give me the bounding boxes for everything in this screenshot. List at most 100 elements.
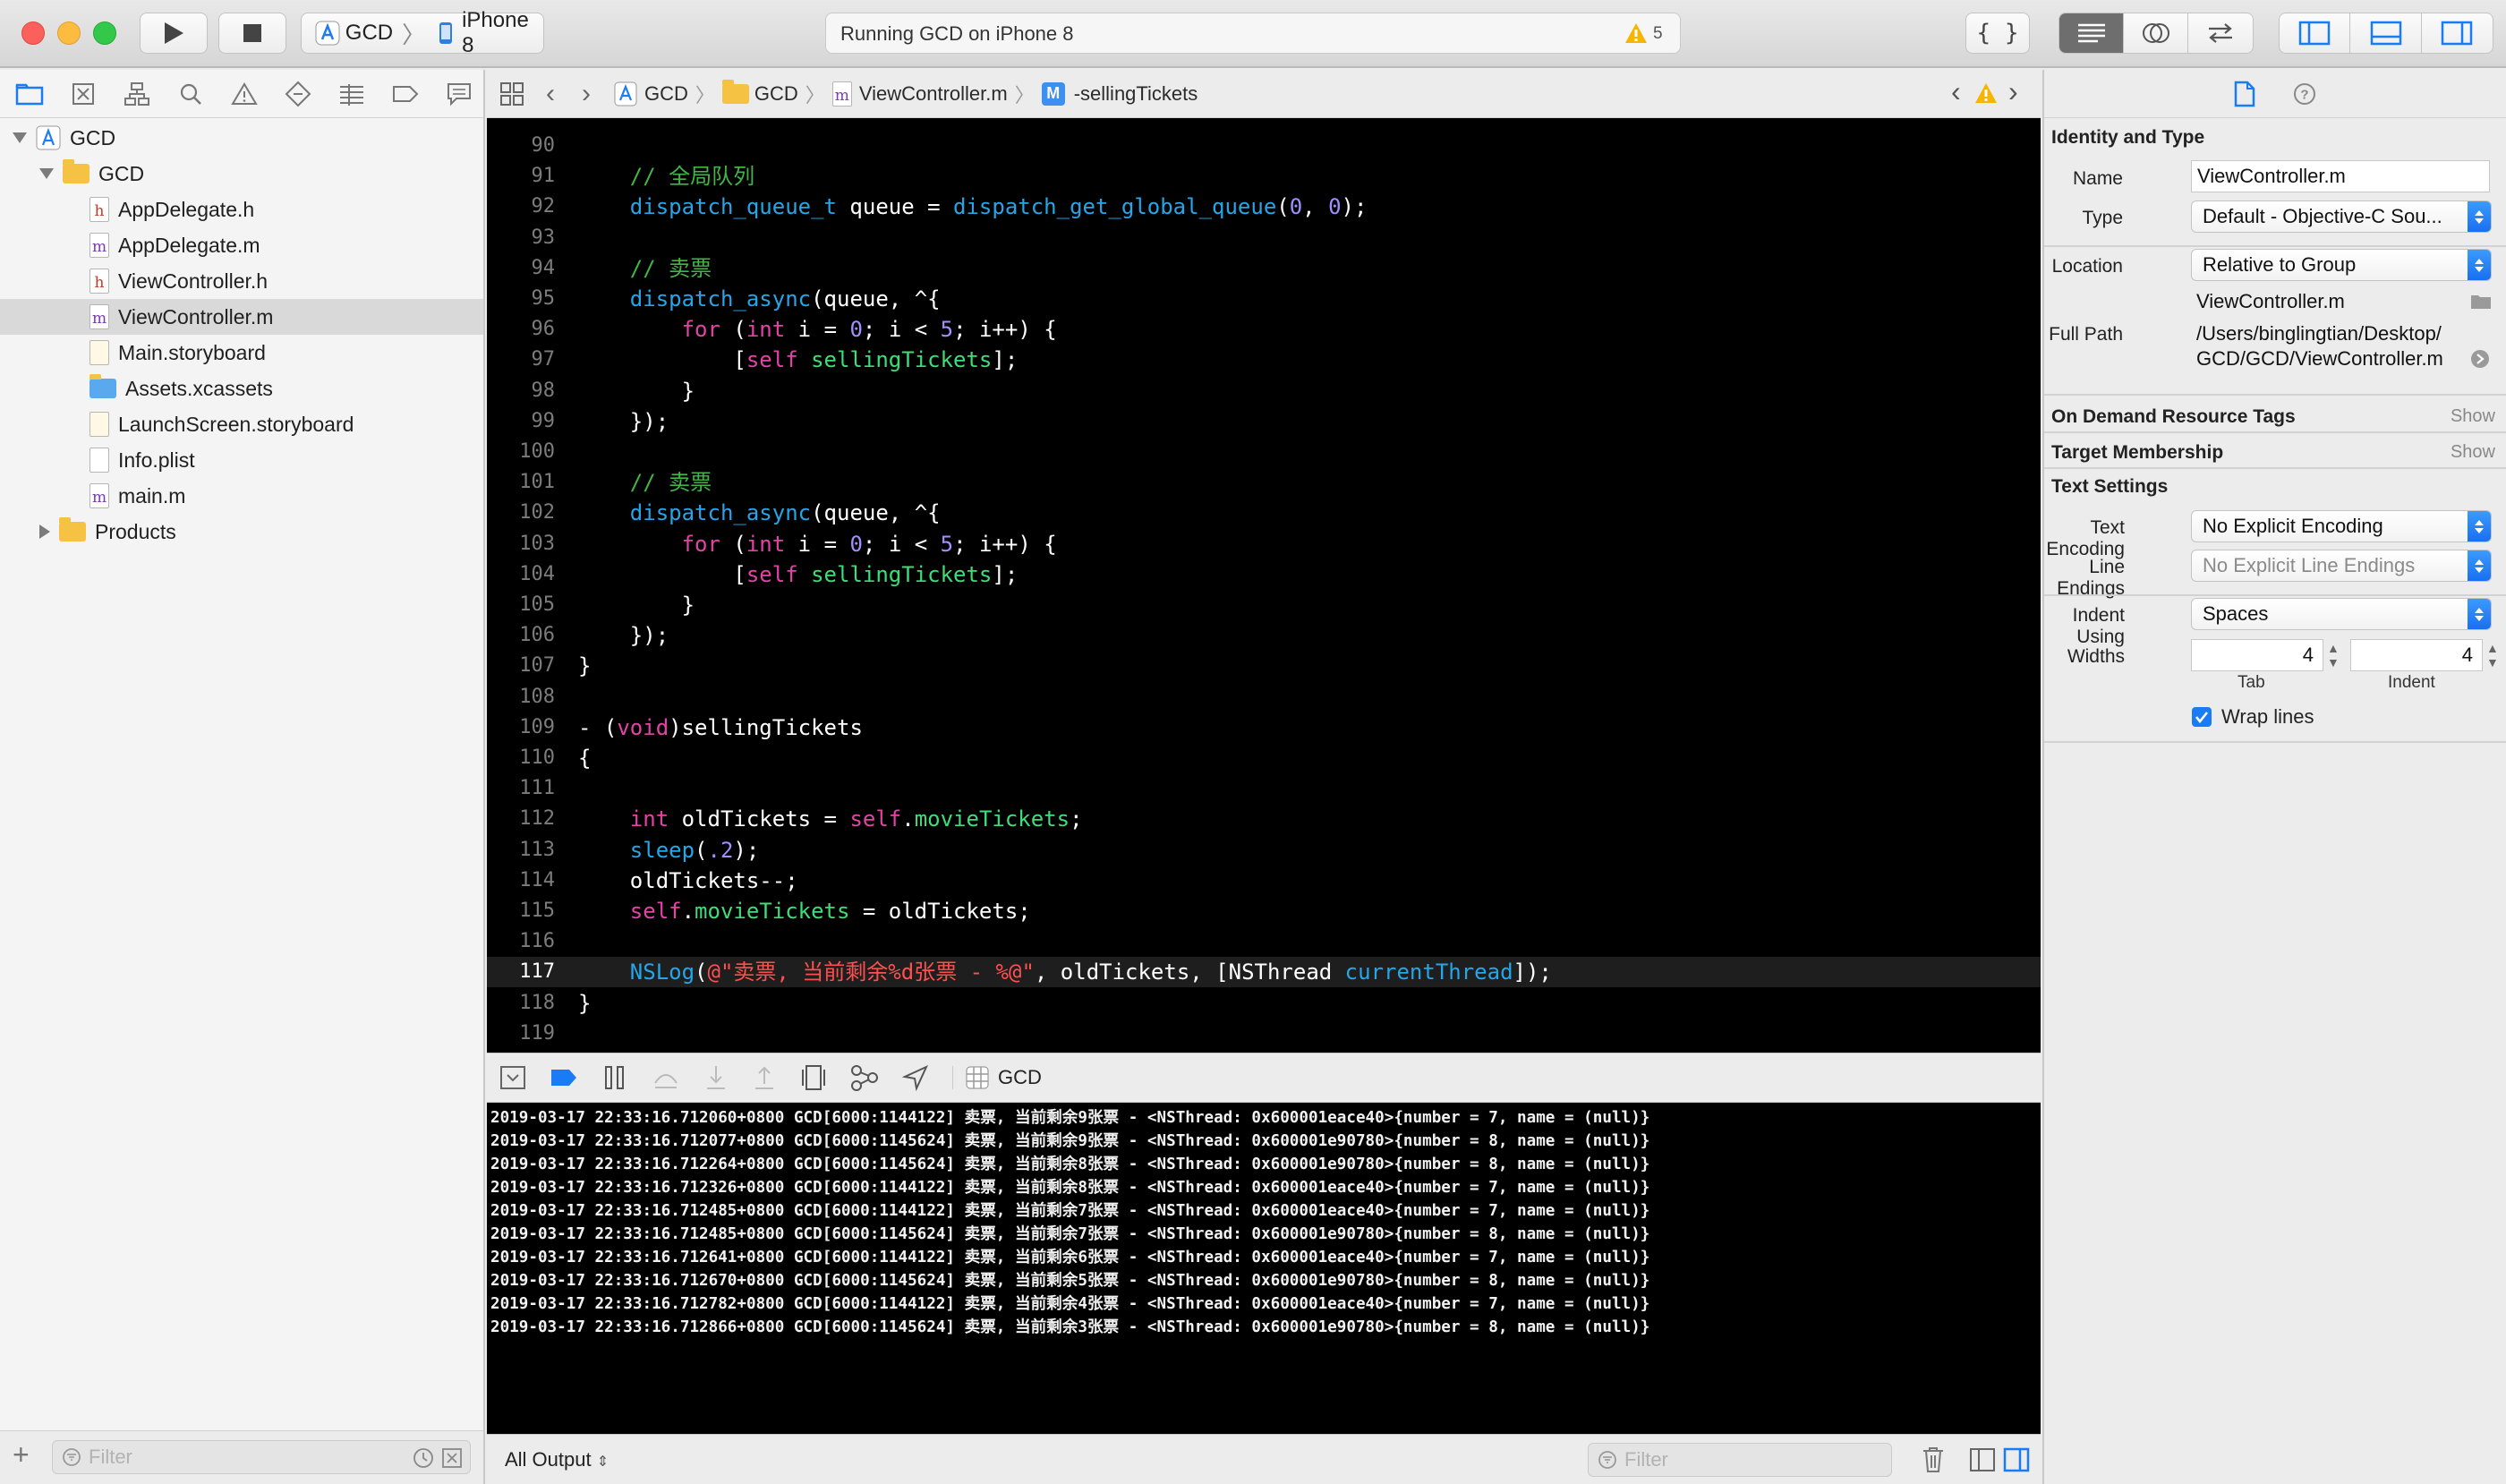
source-control-tab[interactable] <box>66 77 100 111</box>
forward-button[interactable]: › <box>582 79 591 109</box>
tree-item[interactable]: m AppDelegate.m <box>0 227 483 263</box>
indent-width-stepper[interactable]: ▲ ▼ <box>2486 641 2499 670</box>
toggle-navigator-button[interactable] <box>2280 13 2351 53</box>
scheme-selector[interactable]: GCD 〉 iPhone 8 <box>301 8 544 57</box>
debug-target-label[interactable]: GCD <box>998 1066 1042 1089</box>
debug-navigator-tab[interactable] <box>335 77 369 111</box>
trash-icon[interactable] <box>1921 1446 1946 1474</box>
add-file-button[interactable]: + <box>13 1438 30 1471</box>
source-control-filter-icon[interactable] <box>441 1447 463 1469</box>
code-line[interactable]: 102 dispatch_async(queue, ^{ <box>487 498 2041 528</box>
tree-item[interactable]: Assets.xcassets <box>0 371 483 406</box>
disclosure-open-icon[interactable] <box>39 168 54 179</box>
previous-issue-button[interactable]: ‹ <box>1951 75 1961 108</box>
tree-item[interactable]: h ViewController.h <box>0 263 483 299</box>
step-over-icon[interactable] <box>652 1065 680 1090</box>
tab-width-stepper[interactable]: ▲ ▼ <box>2327 641 2340 670</box>
source-editor[interactable]: 90 91 // 全局队列 92 dispatch_queue_t queue = … <box>487 118 2041 1053</box>
project-navigator-tab[interactable] <box>13 77 47 111</box>
hide-debug-area-icon[interactable] <box>499 1065 526 1090</box>
navigator-filter-field[interactable]: Filter <box>52 1440 471 1474</box>
tree-item[interactable]: LaunchScreen.storyboard <box>0 406 483 442</box>
memory-graph-icon[interactable] <box>850 1064 879 1091</box>
folder-icon[interactable] <box>2470 292 2492 310</box>
code-line[interactable]: 105 } <box>487 590 2041 620</box>
code-line[interactable]: 114 oldTickets--; <box>487 866 2041 896</box>
pause-icon[interactable] <box>601 1064 628 1091</box>
code-line[interactable]: 116 <box>487 926 2041 957</box>
report-navigator-tab[interactable] <box>442 77 476 111</box>
variables-view-icon[interactable] <box>1969 1447 1996 1472</box>
indent-width-field[interactable]: 4 <box>2350 639 2483 671</box>
code-line[interactable]: 90 <box>487 131 2041 161</box>
code-line[interactable]: 119 <box>487 1019 2041 1049</box>
odr-show-button[interactable]: Show <box>2451 406 2495 427</box>
step-out-icon[interactable] <box>752 1064 777 1091</box>
output-selector[interactable]: All Output ⇕ <box>505 1448 609 1471</box>
code-line[interactable]: 107} <box>487 651 2041 681</box>
warning-icon[interactable] <box>1974 82 1998 104</box>
related-items-icon[interactable] <box>499 81 524 107</box>
target-show-button[interactable]: Show <box>2451 442 2495 463</box>
jump-crumb-file[interactable]: ViewController.m <box>859 82 1008 106</box>
location-popup[interactable]: Relative to Group <box>2191 249 2492 281</box>
code-line[interactable]: 113 sleep(.2); <box>487 835 2041 866</box>
back-button[interactable]: ‹ <box>546 79 555 109</box>
indent-using-popup[interactable]: Spaces <box>2191 598 2492 630</box>
step-into-icon[interactable] <box>703 1064 729 1091</box>
console-output[interactable]: 2019-03-17 22:33:16.712060+0800 GCD[6000… <box>487 1103 2041 1434</box>
jump-crumb-project[interactable]: GCD <box>644 82 688 106</box>
tree-item[interactable]: Products <box>0 514 483 550</box>
code-line[interactable]: 100 <box>487 437 2041 467</box>
tab-width-field[interactable]: 4 <box>2191 639 2323 671</box>
assistant-editor-button[interactable] <box>2124 13 2188 53</box>
quick-help-icon[interactable]: ? <box>2292 81 2317 107</box>
jump-crumb-group[interactable]: GCD <box>754 82 798 106</box>
tree-item[interactable]: m main.m <box>0 478 483 514</box>
code-line[interactable]: 111 <box>487 773 2041 804</box>
breakpoint-navigator-tab[interactable] <box>388 77 422 111</box>
code-line[interactable]: 110 { <box>487 743 2041 773</box>
wrap-lines-checkbox[interactable]: Wrap lines <box>2191 705 2314 729</box>
tree-item[interactable]: Info.plist <box>0 442 483 478</box>
recent-files-icon[interactable] <box>413 1447 434 1469</box>
code-line[interactable]: 97 [self sellingTickets]; <box>487 345 2041 375</box>
file-inspector-icon[interactable] <box>2233 81 2256 107</box>
tree-item[interactable]: h AppDelegate.h <box>0 192 483 227</box>
code-line[interactable]: 93 <box>487 223 2041 253</box>
reveal-in-finder-icon[interactable] <box>2470 349 2490 369</box>
find-navigator-tab[interactable] <box>174 77 208 111</box>
console-view-icon[interactable] <box>2003 1447 2030 1472</box>
code-line[interactable]: 101 // 卖票 <box>487 467 2041 498</box>
code-line[interactable]: 98 } <box>487 376 2041 406</box>
tree-item[interactable]: Main.storyboard <box>0 335 483 371</box>
code-line[interactable]: 106 }); <box>487 620 2041 651</box>
toggle-debug-area-button[interactable] <box>2350 13 2422 53</box>
location-icon[interactable] <box>902 1064 929 1091</box>
tree-item[interactable]: m ViewController.m <box>0 299 483 335</box>
code-line[interactable]: 99 }); <box>487 406 2041 437</box>
code-line[interactable]: 108 <box>487 682 2041 712</box>
symbol-navigator-tab[interactable] <box>120 77 154 111</box>
stop-button[interactable] <box>218 13 286 54</box>
code-line[interactable]: 95 dispatch_async(queue, ^{ <box>487 284 2041 314</box>
close-window-button[interactable] <box>21 21 45 45</box>
console-filter-field[interactable]: Filter <box>1588 1443 1892 1477</box>
code-line[interactable]: 112 int oldTickets = self.movieTickets; <box>487 804 2041 834</box>
code-line[interactable]: 92 dispatch_queue_t queue = dispatch_get… <box>487 192 2041 222</box>
test-navigator-tab[interactable] <box>281 77 315 111</box>
code-line[interactable]: 109 - (void)sellingTickets <box>487 712 2041 743</box>
code-line[interactable]: 94 // 卖票 <box>487 253 2041 284</box>
run-button[interactable] <box>140 13 208 54</box>
breakpoints-active-icon[interactable] <box>550 1068 578 1087</box>
tree-item[interactable]: GCD <box>0 120 483 156</box>
next-issue-button[interactable]: › <box>2008 75 2018 108</box>
minimize-window-button[interactable] <box>57 21 81 45</box>
zoom-window-button[interactable] <box>93 21 116 45</box>
current-code-line[interactable]: 117 NSLog(@"卖票, 当前剩余%d张票 - %@", oldTicke… <box>487 957 2041 988</box>
code-line[interactable]: 104 [self sellingTickets]; <box>487 559 2041 590</box>
jump-crumb-method[interactable]: -sellingTickets <box>1074 82 1198 106</box>
text-encoding-popup[interactable]: No Explicit Encoding <box>2191 510 2492 542</box>
code-line[interactable]: 103 for (int i = 0; i < 5; i++) { <box>487 529 2041 559</box>
disclosure-open-icon[interactable] <box>13 132 27 143</box>
